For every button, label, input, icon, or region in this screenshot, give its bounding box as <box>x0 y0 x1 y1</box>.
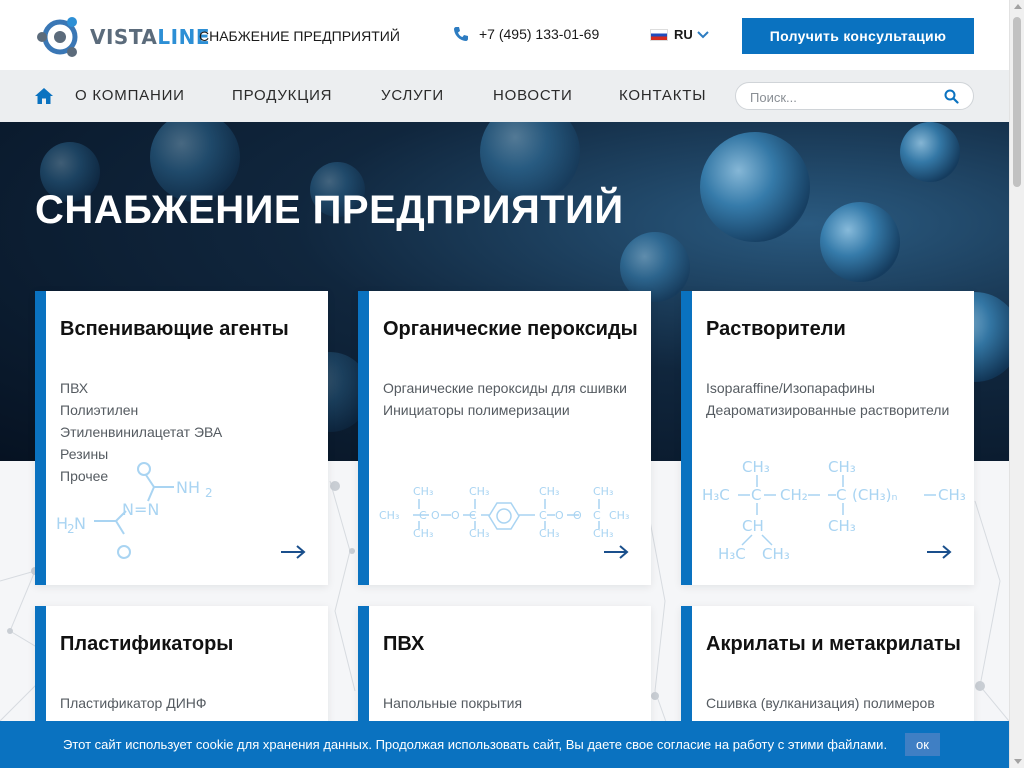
search-input[interactable] <box>750 88 940 106</box>
svg-text:CH₃: CH₃ <box>593 527 613 539</box>
svg-text:CH₃: CH₃ <box>379 509 399 522</box>
phone-link[interactable]: +7 (495) 133-01-69 <box>453 26 599 42</box>
svg-text:C: C <box>469 509 477 522</box>
svg-text:H₃C: H₃C <box>702 486 730 504</box>
arrow-right-icon[interactable] <box>280 545 306 559</box>
bubble-decoration <box>820 202 900 282</box>
svg-text:CH₂: CH₂ <box>780 486 808 504</box>
svg-text:CH: CH <box>742 517 764 535</box>
nav-item-about[interactable]: О КОМПАНИИ <box>75 87 185 104</box>
card-link-list: Isoparaffine/Изопарафины Деароматизирова… <box>706 380 966 424</box>
card-link-list: Напольные покрытия <box>383 695 643 717</box>
nav-item-services[interactable]: УСЛУГИ <box>381 87 444 104</box>
category-card-foaming-agents[interactable]: Вспенивающие агенты ПВХ Полиэтилен Этиле… <box>35 291 328 585</box>
language-code: RU <box>674 27 693 42</box>
svg-text:CH₃: CH₃ <box>593 485 613 498</box>
cookie-text: Этот сайт использует cookie для хранения… <box>63 737 888 752</box>
card-title[interactable]: ПВХ <box>383 632 643 657</box>
svg-text:N=N: N=N <box>122 500 159 519</box>
category-card-organic-peroxides[interactable]: Органические пероксиды Органические перо… <box>358 291 651 585</box>
scroll-up-arrow-icon[interactable] <box>1014 4 1022 9</box>
language-selector[interactable]: RU <box>650 27 709 42</box>
logo-text-vista: VISTA <box>90 25 158 49</box>
top-header: VISTALINE СНАБЖЕНИЕ ПРЕДПРИЯТИЙ +7 (495)… <box>0 0 1009 70</box>
nav-item-contacts[interactable]: КОНТАКТЫ <box>619 87 706 104</box>
svg-text:CH₃: CH₃ <box>469 527 489 539</box>
card-link[interactable]: Деароматизированные растворители <box>706 402 966 419</box>
arrow-right-icon[interactable] <box>603 545 629 559</box>
search-icon[interactable] <box>944 89 959 104</box>
card-title[interactable]: Органические пероксиды <box>383 317 643 342</box>
card-link[interactable]: Полиэтилен <box>60 402 320 419</box>
scrollbar-thumb[interactable] <box>1013 17 1021 187</box>
card-link-list: Сшивка (вулканизация) полимеров <box>706 695 966 717</box>
svg-text:C: C <box>539 509 547 522</box>
logo-mark-icon <box>34 16 84 58</box>
header-tagline: СНАБЖЕНИЕ ПРЕДПРИЯТИЙ <box>199 28 400 44</box>
home-icon[interactable] <box>34 87 54 105</box>
logo[interactable]: VISTALINE <box>34 16 210 58</box>
svg-text:NH: NH <box>176 478 200 497</box>
main-nav: О КОМПАНИИ ПРОДУКЦИЯ УСЛУГИ НОВОСТИ КОНТ… <box>0 70 1009 122</box>
svg-text:O: O <box>451 509 460 522</box>
card-title[interactable]: Вспенивающие агенты <box>60 317 320 342</box>
card-link[interactable]: Пластификатор ДИНФ <box>60 695 320 712</box>
svg-text:CH₃: CH₃ <box>828 458 856 476</box>
chevron-down-icon <box>697 30 709 38</box>
bubble-decoration <box>700 132 810 242</box>
nav-item-news[interactable]: НОВОСТИ <box>493 87 573 104</box>
svg-text:CH₃: CH₃ <box>742 458 770 476</box>
svg-text:CH₃: CH₃ <box>762 545 790 561</box>
page-title: СНАБЖЕНИЕ ПРЕДПРИЯТИЙ <box>35 188 624 232</box>
svg-text:CH₃: CH₃ <box>609 509 629 522</box>
azodicarbonamide-molecule-icon: NH 2 N=N H2 N <box>56 462 213 559</box>
svg-text:C: C <box>836 486 846 504</box>
bubble-decoration <box>900 122 960 182</box>
svg-text:CH₃: CH₃ <box>539 485 559 498</box>
search-box <box>735 82 974 110</box>
phone-number: +7 (495) 133-01-69 <box>479 26 600 42</box>
card-link[interactable]: Инициаторы полимеризации <box>383 402 643 419</box>
svg-text:CH₃: CH₃ <box>938 486 966 504</box>
category-card-solvents[interactable]: Растворители Isoparaffine/Изопарафины Де… <box>681 291 974 585</box>
svg-text:CH₃: CH₃ <box>828 517 856 535</box>
consult-button[interactable]: Получить консультацию <box>742 18 974 54</box>
peroxide-molecule-icon: CH₃ C O O C CH₃CH₃ CH₃CH₃ C O O C CH₃ CH₃CH₃ CH₃… <box>379 485 629 539</box>
card-link[interactable]: ПВХ <box>60 380 320 397</box>
svg-text:CH₃: CH₃ <box>413 527 433 539</box>
nav-item-products[interactable]: ПРОДУКЦИЯ <box>232 87 332 104</box>
vertical-scrollbar[interactable] <box>1009 0 1024 768</box>
arrow-right-icon[interactable] <box>926 545 952 559</box>
cookie-banner: Этот сайт использует cookie для хранения… <box>0 721 1009 768</box>
svg-text:C: C <box>751 486 761 504</box>
card-link[interactable]: Этиленвинилацетат ЭВА <box>60 424 320 441</box>
svg-text:N: N <box>74 514 86 533</box>
svg-text:O: O <box>573 509 582 522</box>
svg-text:C: C <box>419 509 427 522</box>
svg-text:O: O <box>431 509 440 522</box>
svg-text:C: C <box>593 509 601 522</box>
svg-text:2: 2 <box>205 486 213 500</box>
svg-text:CH₃: CH₃ <box>413 485 433 498</box>
card-link[interactable]: Напольные покрытия <box>383 695 643 712</box>
card-title[interactable]: Акрилаты и метакрилаты <box>706 632 966 657</box>
card-link[interactable]: Сшивка (вулканизация) полимеров <box>706 695 966 712</box>
svg-text:H₃C: H₃C <box>718 545 746 561</box>
cookie-ok-button[interactable]: ок <box>905 733 940 756</box>
card-link[interactable]: Isoparaffine/Изопарафины <box>706 380 966 397</box>
svg-text:CH₃: CH₃ <box>539 527 559 539</box>
svg-text:(CH₃)ₙ: (CH₃)ₙ <box>852 486 897 504</box>
scroll-down-arrow-icon[interactable] <box>1014 759 1022 764</box>
logo-text: VISTALINE <box>90 25 210 49</box>
svg-text:CH₃: CH₃ <box>469 485 489 498</box>
card-link-list: Пластификатор ДИНФ <box>60 695 320 717</box>
card-link[interactable]: Органические пероксиды для сшивки <box>383 380 643 397</box>
card-title[interactable]: Растворители <box>706 317 966 342</box>
card-title[interactable]: Пластификаторы <box>60 632 320 657</box>
card-link-list: Органические пероксиды для сшивки Инициа… <box>383 380 643 424</box>
phone-icon <box>454 27 468 41</box>
svg-text:O: O <box>555 509 564 522</box>
russia-flag-icon <box>650 28 668 41</box>
